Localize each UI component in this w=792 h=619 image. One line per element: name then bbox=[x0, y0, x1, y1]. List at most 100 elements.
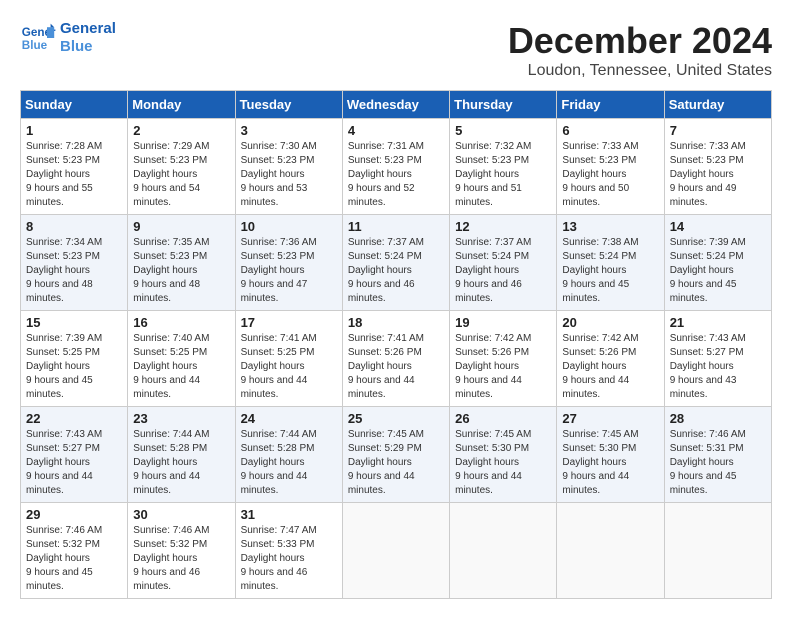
calendar-cell: 1 Sunrise: 7:28 AM Sunset: 5:23 PM Dayli… bbox=[21, 119, 128, 215]
day-number: 9 bbox=[133, 219, 229, 234]
day-number: 16 bbox=[133, 315, 229, 330]
logo: General Blue General Blue bbox=[20, 20, 116, 56]
day-number: 11 bbox=[348, 219, 444, 234]
calendar-cell bbox=[450, 503, 557, 599]
cell-info: Sunrise: 7:42 AM Sunset: 5:26 PM Dayligh… bbox=[455, 332, 551, 402]
calendar-cell: 20 Sunrise: 7:42 AM Sunset: 5:26 PM Dayl… bbox=[557, 311, 664, 407]
location-title: Loudon, Tennessee, United States bbox=[508, 62, 772, 80]
day-number: 26 bbox=[455, 411, 551, 426]
day-number: 31 bbox=[241, 507, 337, 522]
logo-general: General bbox=[60, 20, 116, 38]
day-number: 30 bbox=[133, 507, 229, 522]
day-number: 17 bbox=[241, 315, 337, 330]
logo-icon: General Blue bbox=[20, 20, 56, 56]
calendar-cell: 13 Sunrise: 7:38 AM Sunset: 5:24 PM Dayl… bbox=[557, 215, 664, 311]
calendar-cell: 23 Sunrise: 7:44 AM Sunset: 5:28 PM Dayl… bbox=[128, 407, 235, 503]
calendar-cell: 7 Sunrise: 7:33 AM Sunset: 5:23 PM Dayli… bbox=[664, 119, 771, 215]
day-number: 18 bbox=[348, 315, 444, 330]
cell-info: Sunrise: 7:46 AM Sunset: 5:31 PM Dayligh… bbox=[670, 428, 766, 498]
day-number: 2 bbox=[133, 123, 229, 138]
cell-info: Sunrise: 7:46 AM Sunset: 5:32 PM Dayligh… bbox=[26, 524, 122, 594]
day-number: 12 bbox=[455, 219, 551, 234]
day-number: 23 bbox=[133, 411, 229, 426]
cell-info: Sunrise: 7:43 AM Sunset: 5:27 PM Dayligh… bbox=[26, 428, 122, 498]
cell-info: Sunrise: 7:28 AM Sunset: 5:23 PM Dayligh… bbox=[26, 140, 122, 210]
logo-blue: Blue bbox=[60, 38, 116, 56]
day-number: 8 bbox=[26, 219, 122, 234]
cell-info: Sunrise: 7:32 AM Sunset: 5:23 PM Dayligh… bbox=[455, 140, 551, 210]
calendar-cell: 27 Sunrise: 7:45 AM Sunset: 5:30 PM Dayl… bbox=[557, 407, 664, 503]
cell-info: Sunrise: 7:33 AM Sunset: 5:23 PM Dayligh… bbox=[670, 140, 766, 210]
calendar-cell: 9 Sunrise: 7:35 AM Sunset: 5:23 PM Dayli… bbox=[128, 215, 235, 311]
weekday-header: Wednesday bbox=[342, 91, 449, 119]
cell-info: Sunrise: 7:47 AM Sunset: 5:33 PM Dayligh… bbox=[241, 524, 337, 594]
day-number: 3 bbox=[241, 123, 337, 138]
day-number: 6 bbox=[562, 123, 658, 138]
cell-info: Sunrise: 7:41 AM Sunset: 5:26 PM Dayligh… bbox=[348, 332, 444, 402]
cell-info: Sunrise: 7:40 AM Sunset: 5:25 PM Dayligh… bbox=[133, 332, 229, 402]
day-number: 15 bbox=[26, 315, 122, 330]
calendar-week-row: 22 Sunrise: 7:43 AM Sunset: 5:27 PM Dayl… bbox=[21, 407, 772, 503]
calendar-week-row: 15 Sunrise: 7:39 AM Sunset: 5:25 PM Dayl… bbox=[21, 311, 772, 407]
calendar-cell: 8 Sunrise: 7:34 AM Sunset: 5:23 PM Dayli… bbox=[21, 215, 128, 311]
calendar-cell: 22 Sunrise: 7:43 AM Sunset: 5:27 PM Dayl… bbox=[21, 407, 128, 503]
day-number: 22 bbox=[26, 411, 122, 426]
day-number: 7 bbox=[670, 123, 766, 138]
calendar-cell: 18 Sunrise: 7:41 AM Sunset: 5:26 PM Dayl… bbox=[342, 311, 449, 407]
weekday-header: Monday bbox=[128, 91, 235, 119]
calendar-cell: 2 Sunrise: 7:29 AM Sunset: 5:23 PM Dayli… bbox=[128, 119, 235, 215]
cell-info: Sunrise: 7:33 AM Sunset: 5:23 PM Dayligh… bbox=[562, 140, 658, 210]
calendar-cell: 3 Sunrise: 7:30 AM Sunset: 5:23 PM Dayli… bbox=[235, 119, 342, 215]
cell-info: Sunrise: 7:37 AM Sunset: 5:24 PM Dayligh… bbox=[348, 236, 444, 306]
weekday-header: Thursday bbox=[450, 91, 557, 119]
cell-info: Sunrise: 7:36 AM Sunset: 5:23 PM Dayligh… bbox=[241, 236, 337, 306]
day-number: 1 bbox=[26, 123, 122, 138]
cell-info: Sunrise: 7:45 AM Sunset: 5:30 PM Dayligh… bbox=[562, 428, 658, 498]
day-number: 14 bbox=[670, 219, 766, 234]
calendar-cell bbox=[664, 503, 771, 599]
calendar-cell: 5 Sunrise: 7:32 AM Sunset: 5:23 PM Dayli… bbox=[450, 119, 557, 215]
day-number: 24 bbox=[241, 411, 337, 426]
weekday-header: Tuesday bbox=[235, 91, 342, 119]
day-number: 10 bbox=[241, 219, 337, 234]
calendar-cell: 26 Sunrise: 7:45 AM Sunset: 5:30 PM Dayl… bbox=[450, 407, 557, 503]
calendar-cell: 21 Sunrise: 7:43 AM Sunset: 5:27 PM Dayl… bbox=[664, 311, 771, 407]
calendar-cell: 17 Sunrise: 7:41 AM Sunset: 5:25 PM Dayl… bbox=[235, 311, 342, 407]
day-number: 4 bbox=[348, 123, 444, 138]
cell-info: Sunrise: 7:39 AM Sunset: 5:24 PM Dayligh… bbox=[670, 236, 766, 306]
calendar-cell: 29 Sunrise: 7:46 AM Sunset: 5:32 PM Dayl… bbox=[21, 503, 128, 599]
calendar-table: SundayMondayTuesdayWednesdayThursdayFrid… bbox=[20, 90, 772, 599]
cell-info: Sunrise: 7:45 AM Sunset: 5:29 PM Dayligh… bbox=[348, 428, 444, 498]
calendar-cell: 25 Sunrise: 7:45 AM Sunset: 5:29 PM Dayl… bbox=[342, 407, 449, 503]
cell-info: Sunrise: 7:34 AM Sunset: 5:23 PM Dayligh… bbox=[26, 236, 122, 306]
cell-info: Sunrise: 7:43 AM Sunset: 5:27 PM Dayligh… bbox=[670, 332, 766, 402]
weekday-header: Sunday bbox=[21, 91, 128, 119]
cell-info: Sunrise: 7:39 AM Sunset: 5:25 PM Dayligh… bbox=[26, 332, 122, 402]
cell-info: Sunrise: 7:44 AM Sunset: 5:28 PM Dayligh… bbox=[241, 428, 337, 498]
calendar-cell: 19 Sunrise: 7:42 AM Sunset: 5:26 PM Dayl… bbox=[450, 311, 557, 407]
calendar-cell: 15 Sunrise: 7:39 AM Sunset: 5:25 PM Dayl… bbox=[21, 311, 128, 407]
cell-info: Sunrise: 7:35 AM Sunset: 5:23 PM Dayligh… bbox=[133, 236, 229, 306]
day-number: 5 bbox=[455, 123, 551, 138]
page-header: General Blue General Blue December 2024 … bbox=[20, 20, 772, 80]
calendar-cell: 31 Sunrise: 7:47 AM Sunset: 5:33 PM Dayl… bbox=[235, 503, 342, 599]
calendar-cell: 12 Sunrise: 7:37 AM Sunset: 5:24 PM Dayl… bbox=[450, 215, 557, 311]
day-number: 28 bbox=[670, 411, 766, 426]
weekday-header: Friday bbox=[557, 91, 664, 119]
cell-info: Sunrise: 7:37 AM Sunset: 5:24 PM Dayligh… bbox=[455, 236, 551, 306]
day-number: 29 bbox=[26, 507, 122, 522]
day-number: 20 bbox=[562, 315, 658, 330]
cell-info: Sunrise: 7:38 AM Sunset: 5:24 PM Dayligh… bbox=[562, 236, 658, 306]
calendar-cell bbox=[557, 503, 664, 599]
day-number: 13 bbox=[562, 219, 658, 234]
calendar-cell: 6 Sunrise: 7:33 AM Sunset: 5:23 PM Dayli… bbox=[557, 119, 664, 215]
day-number: 27 bbox=[562, 411, 658, 426]
calendar-cell: 14 Sunrise: 7:39 AM Sunset: 5:24 PM Dayl… bbox=[664, 215, 771, 311]
title-block: December 2024 Loudon, Tennessee, United … bbox=[508, 20, 772, 80]
svg-text:Blue: Blue bbox=[22, 39, 48, 52]
day-number: 19 bbox=[455, 315, 551, 330]
cell-info: Sunrise: 7:41 AM Sunset: 5:25 PM Dayligh… bbox=[241, 332, 337, 402]
weekday-header-row: SundayMondayTuesdayWednesdayThursdayFrid… bbox=[21, 91, 772, 119]
weekday-header: Saturday bbox=[664, 91, 771, 119]
cell-info: Sunrise: 7:46 AM Sunset: 5:32 PM Dayligh… bbox=[133, 524, 229, 594]
